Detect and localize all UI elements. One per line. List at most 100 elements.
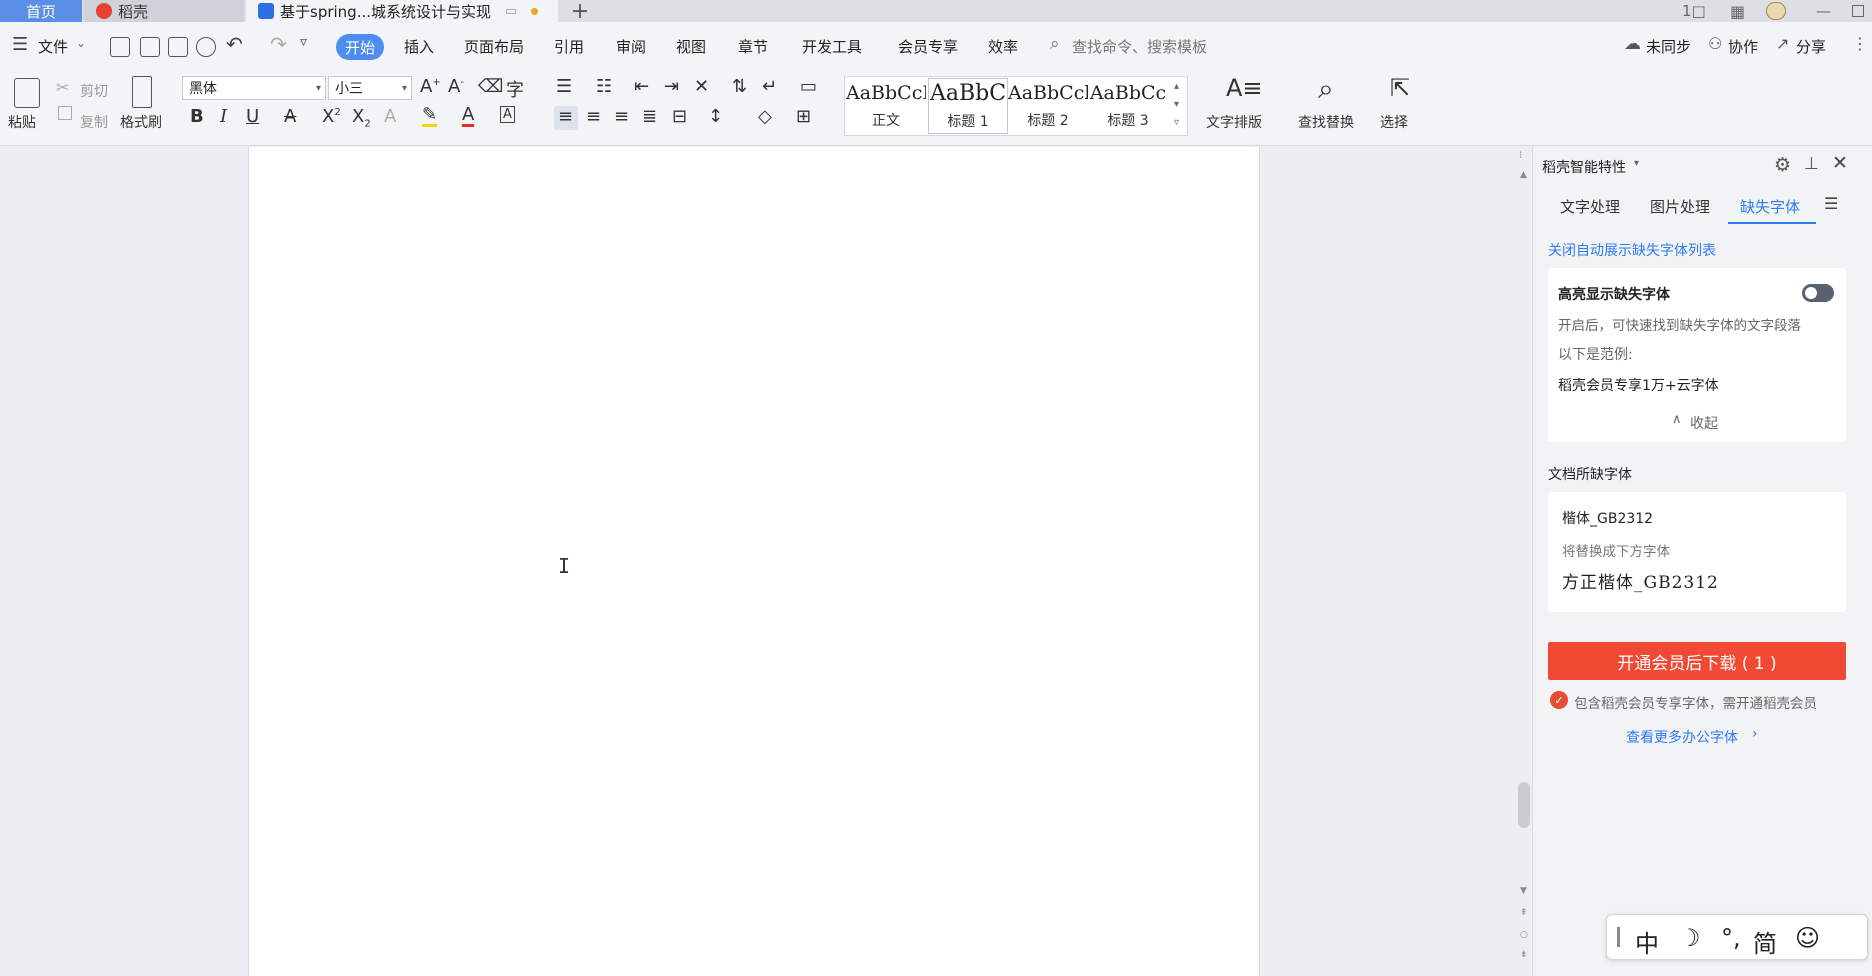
- align-center-icon[interactable]: ≡: [586, 106, 601, 127]
- paste-button[interactable]: 粘贴: [8, 112, 36, 132]
- close-icon[interactable]: ✕: [1832, 152, 1848, 174]
- tab-home[interactable]: 首页: [0, 0, 82, 22]
- print-preview-icon[interactable]: [196, 37, 216, 57]
- ime-language-toggle[interactable]: 中: [1635, 924, 1659, 959]
- underline-icon[interactable]: U: [246, 106, 259, 127]
- sort-icon[interactable]: ⇅: [732, 76, 747, 97]
- char-border-icon[interactable]: A: [500, 106, 515, 123]
- borders-icon[interactable]: ⊞: [796, 106, 811, 127]
- align-right-icon[interactable]: ≡: [614, 106, 629, 127]
- more-fonts-link[interactable]: 查看更多办公字体: [1626, 727, 1738, 747]
- chinese-layout-icon[interactable]: ✕: [694, 76, 709, 97]
- prev-page-icon[interactable]: ⇞: [1520, 908, 1528, 918]
- sync-status[interactable]: 未同步: [1646, 36, 1691, 57]
- menu-member[interactable]: 会员专享: [898, 36, 958, 57]
- search-command-input[interactable]: 查找命令、搜索模板: [1072, 36, 1207, 57]
- scroll-up-icon[interactable]: ▲: [1520, 170, 1527, 180]
- font-size-select[interactable]: 小三 ▾: [328, 76, 412, 100]
- justify-icon[interactable]: ≣: [642, 106, 657, 127]
- shading-icon[interactable]: ◇: [758, 106, 772, 127]
- subscript-icon[interactable]: X2: [352, 106, 371, 130]
- minimize-button[interactable]: —: [1816, 0, 1831, 22]
- menu-start[interactable]: 开始: [336, 34, 384, 60]
- show-marks-icon[interactable]: ↵: [762, 76, 777, 97]
- find-replace-button[interactable]: 查找替换: [1298, 112, 1354, 132]
- numbered-list-icon[interactable]: ☷: [596, 76, 612, 97]
- share-button[interactable]: 分享: [1796, 36, 1826, 57]
- menu-review[interactable]: 审阅: [616, 36, 646, 57]
- copy-icon[interactable]: [58, 106, 72, 120]
- export-icon[interactable]: [140, 37, 160, 57]
- bullet-list-icon[interactable]: ☰: [556, 76, 572, 97]
- menu-file[interactable]: 文件: [38, 36, 68, 57]
- paste-icon[interactable]: [14, 78, 40, 108]
- panel-tab-image[interactable]: 图片处理: [1650, 196, 1710, 217]
- style-heading-3[interactable]: AaBbCc 标题 3: [1088, 78, 1168, 134]
- menu-view[interactable]: 视图: [676, 36, 706, 57]
- document-page[interactable]: [248, 147, 1260, 976]
- format-painter-button[interactable]: 格式刷: [120, 112, 162, 132]
- vertical-scrollbar[interactable]: [1516, 147, 1532, 976]
- gear-icon[interactable]: ⚙: [1774, 154, 1791, 176]
- half-width-icon[interactable]: ☽: [1679, 924, 1701, 952]
- select-button[interactable]: 选择: [1380, 112, 1408, 132]
- ime-charset-toggle[interactable]: 简: [1753, 924, 1777, 959]
- strikethrough-icon[interactable]: A: [284, 106, 296, 127]
- cut-icon[interactable]: ✂: [56, 78, 69, 97]
- increase-font-icon[interactable]: A+: [420, 76, 441, 97]
- menu-developer[interactable]: 开发工具: [802, 36, 862, 57]
- style-heading-1[interactable]: AaBbC 标题 1: [928, 78, 1008, 134]
- undo-icon[interactable]: ↶: [226, 32, 243, 56]
- ime-punctuation-toggle[interactable]: °,: [1721, 924, 1741, 952]
- select-browse-icon[interactable]: ○: [1520, 930, 1528, 940]
- font-name-select[interactable]: 黑体 ▾: [182, 76, 326, 100]
- increase-indent-icon[interactable]: ⇥: [664, 76, 679, 97]
- chevron-up-icon[interactable]: ∧: [1672, 412, 1682, 427]
- panel-title[interactable]: 稻壳智能特性: [1542, 157, 1626, 177]
- split-handle-icon[interactable]: ⁝: [1519, 150, 1522, 161]
- panel-tab-text[interactable]: 文字处理: [1560, 196, 1620, 217]
- menu-page-layout[interactable]: 页面布局: [464, 36, 524, 57]
- tab-daoke[interactable]: 稻壳: [84, 0, 244, 22]
- menu-insert[interactable]: 插入: [404, 36, 434, 57]
- restore-button[interactable]: [1852, 0, 1864, 22]
- pin-icon[interactable]: ⊥: [1804, 154, 1819, 174]
- save-icon[interactable]: [110, 37, 130, 57]
- text-layout-button[interactable]: 文字排版: [1206, 112, 1262, 132]
- ruler-icon[interactable]: ▭: [800, 76, 817, 97]
- ime-drag-handle[interactable]: [1617, 927, 1620, 947]
- scrollbar-thumb[interactable]: [1518, 782, 1530, 828]
- close-auto-show-link[interactable]: 关闭自动展示缺失字体列表: [1548, 240, 1716, 260]
- menu-efficiency[interactable]: 效率: [988, 36, 1018, 57]
- next-page-icon[interactable]: ⇟: [1520, 950, 1528, 960]
- line-spacing-icon[interactable]: ↕: [708, 106, 723, 127]
- style-heading-2[interactable]: AaBbCcl 标题 2: [1008, 78, 1088, 134]
- search-icon[interactable]: ⌕: [1050, 34, 1060, 54]
- decrease-font-icon[interactable]: A-: [448, 76, 464, 97]
- highlight-toggle[interactable]: [1802, 284, 1834, 302]
- cut-button[interactable]: 剪切: [80, 81, 108, 101]
- highlight-icon[interactable]: ✎: [422, 106, 438, 127]
- chevron-down-icon[interactable]: ▾: [1634, 158, 1639, 169]
- emoji-icon[interactable]: ☺: [1795, 924, 1820, 952]
- text-layout-icon[interactable]: A≡: [1226, 74, 1263, 102]
- print-icon[interactable]: [168, 37, 188, 57]
- decrease-indent-icon[interactable]: ⇤: [634, 76, 649, 97]
- chevron-right-icon[interactable]: ›: [1752, 726, 1758, 742]
- bold-icon[interactable]: B: [190, 106, 204, 127]
- download-after-membership-button[interactable]: 开通会员后下载 ( 1 ): [1548, 642, 1846, 680]
- hamburger-menu-icon[interactable]: ☰: [12, 34, 28, 55]
- font-color-icon[interactable]: A: [462, 106, 475, 127]
- text-effect-icon[interactable]: A: [384, 106, 396, 127]
- page-layout-icon[interactable]: 1□: [1682, 0, 1706, 22]
- collaborate-button[interactable]: 协作: [1728, 36, 1758, 57]
- italic-icon[interactable]: I: [220, 106, 227, 127]
- panel-tab-missing-fonts[interactable]: 缺失字体: [1740, 196, 1800, 217]
- clear-format-icon[interactable]: ⌫: [478, 76, 503, 97]
- phonetic-guide-icon[interactable]: 字: [506, 76, 524, 102]
- copy-button[interactable]: 复制: [80, 112, 108, 132]
- collapse-button[interactable]: 收起: [1690, 413, 1718, 433]
- gallery-scroll-icon[interactable]: ▴ ▾ ▿: [1174, 78, 1179, 132]
- align-left-icon[interactable]: ≡: [558, 106, 573, 127]
- format-painter-icon[interactable]: [132, 76, 152, 108]
